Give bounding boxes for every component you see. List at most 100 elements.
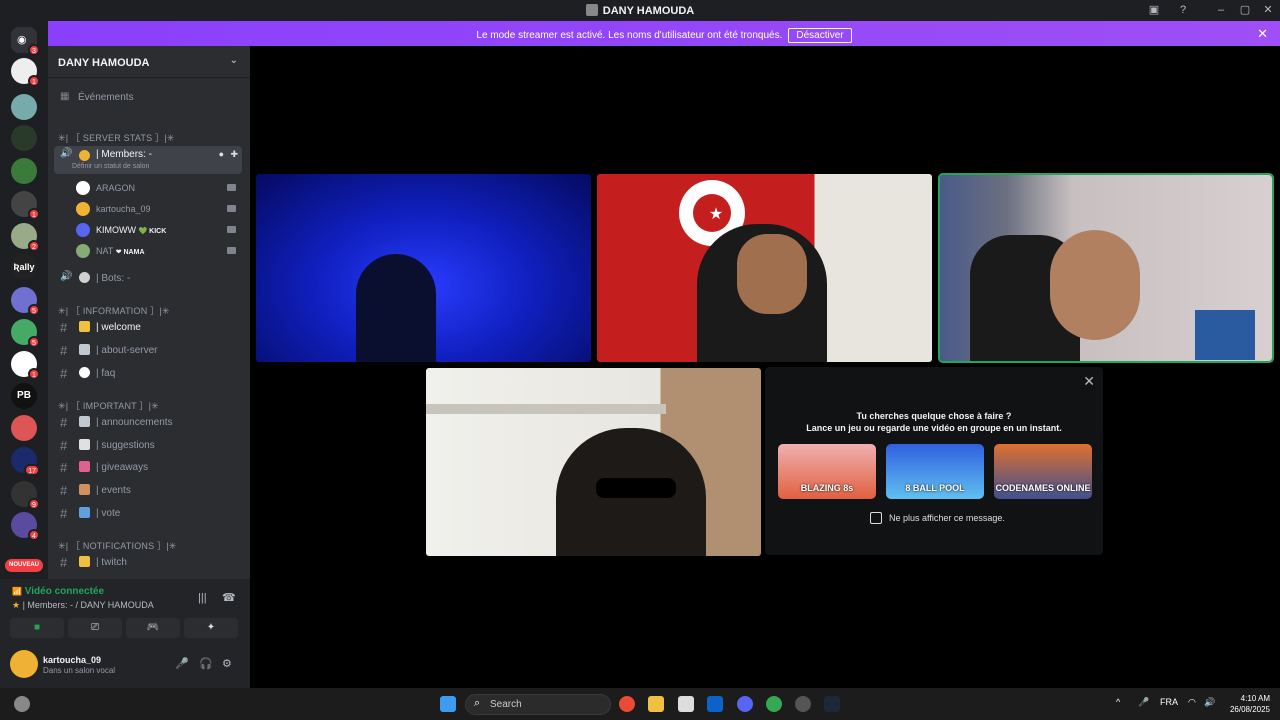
soundboard-button[interactable]: ✦: [184, 618, 238, 638]
server-avatar[interactable]: 4: [11, 512, 40, 541]
game-card-codenames[interactable]: CODENAMES ONLINE: [994, 444, 1092, 499]
window-title: DANY HAMOUDA: [0, 4, 1280, 17]
server-avatar[interactable]: 1: [11, 191, 40, 220]
channel-label: | giveaways: [96, 462, 149, 473]
channel-giveaways[interactable]: # | giveaways: [54, 458, 242, 478]
voice-user[interactable]: kartoucha_09: [76, 200, 236, 218]
maximize-button[interactable]: ▢: [1237, 3, 1253, 18]
video-tile-speaking[interactable]: [938, 173, 1274, 363]
chrome-icon[interactable]: [619, 696, 635, 712]
channel-announcements[interactable]: # | announcements: [54, 413, 242, 433]
channel-twitch[interactable]: # | twitch: [54, 553, 242, 573]
category-information[interactable]: ✳| ［ INFORMATION ］|✳: [58, 304, 170, 317]
chat-icon[interactable]: ●: [219, 149, 224, 159]
voice-channel-members[interactable]: 🔊 | Members: - Définir un statut de salo…: [54, 146, 242, 174]
search-box[interactable]: ⌕ Search: [465, 694, 611, 715]
chevron-down-icon[interactable]: ⌄: [230, 55, 238, 66]
speaker-icon: 🔊: [60, 148, 73, 159]
avatar[interactable]: [10, 650, 38, 678]
voice-user[interactable]: ARAGON: [76, 179, 236, 197]
minimize-button[interactable]: –: [1213, 3, 1229, 18]
username-text: NAT: [96, 246, 114, 256]
server-avatar[interactable]: 9: [11, 481, 40, 510]
activity-button[interactable]: 🎮: [126, 618, 180, 638]
screen-share-button[interactable]: ⎚: [68, 618, 122, 638]
server-avatar[interactable]: 5: [11, 287, 40, 316]
badge: 9: [28, 498, 40, 510]
channel-about-server[interactable]: # | about-server: [54, 341, 242, 361]
voice-channel-bots[interactable]: 🔊 | Bots: -: [54, 269, 242, 289]
voice-user[interactable]: NAT ❤ NAMA: [76, 242, 236, 260]
channel-suggestions[interactable]: # | suggestions: [54, 436, 242, 456]
badge: 2: [28, 240, 40, 252]
voice-channel-info[interactable]: ★ | Members: - / DANY HAMOUDA: [12, 600, 154, 611]
channel-vote[interactable]: # | vote: [54, 504, 242, 524]
camera-button[interactable]: ■: [10, 618, 64, 638]
server-avatar-rally[interactable]: Ʀally: [11, 254, 37, 280]
video-tile[interactable]: [256, 174, 591, 362]
close-icon[interactable]: ✕: [1083, 373, 1095, 390]
video-tile[interactable]: ★: [597, 174, 932, 362]
category-server-stats[interactable]: ✳| ［ SERVER STATS ］|✳: [58, 131, 174, 144]
help-icon[interactable]: ?: [1175, 3, 1191, 18]
server-avatar-pb[interactable]: PB: [11, 383, 37, 409]
file-explorer-icon[interactable]: [648, 696, 664, 712]
game-card-8-ball-pool[interactable]: 8 BALL POOL: [886, 444, 984, 499]
activity-suggestion-panel: ✕ Tu cherches quelque chose à faire ? La…: [765, 367, 1103, 555]
chrome-icon[interactable]: [766, 696, 782, 712]
gear-icon[interactable]: ⚙: [222, 657, 232, 670]
server-avatar[interactable]: [11, 158, 37, 184]
chevron-up-icon[interactable]: ^: [1116, 697, 1120, 707]
bots-channel-label: | Bots: -: [96, 273, 131, 284]
hash-icon: #: [60, 460, 68, 475]
channel-events[interactable]: # | events: [54, 481, 242, 501]
game-title: BLAZING 8s: [800, 483, 854, 493]
voice-status: 📶 Vidéo connectée: [12, 586, 104, 597]
volume-icon[interactable]: 🔊: [1204, 697, 1215, 708]
game-card-blazing-8s[interactable]: BLAZING 8s: [778, 444, 876, 499]
avatar: [76, 244, 90, 258]
noise-suppression-icon[interactable]: |||: [198, 592, 207, 604]
username-text: KIMOWW: [96, 225, 136, 235]
close-banner-icon[interactable]: ✕: [1257, 26, 1268, 42]
channel-welcome[interactable]: # | welcome: [54, 318, 242, 338]
server-avatar[interactable]: 2: [11, 223, 40, 252]
server-avatar[interactable]: [11, 125, 37, 151]
wifi-icon[interactable]: ◠: [1188, 697, 1196, 708]
disable-streamer-button[interactable]: Désactiver: [788, 28, 852, 43]
disconnect-icon[interactable]: ☎: [222, 591, 236, 604]
server-header[interactable]: DANY HAMOUDA ⌄: [48, 46, 250, 78]
events-item[interactable]: ▦ Événements: [54, 88, 242, 108]
category-important[interactable]: ✳| ［ IMPORTANT ］|✳: [58, 399, 159, 412]
clock[interactable]: 4:10 AM 26/08/2025: [1230, 693, 1270, 715]
discord-icon[interactable]: [737, 696, 753, 712]
add-user-icon[interactable]: ✚: [230, 149, 238, 160]
weather-icon[interactable]: [14, 696, 30, 712]
close-window-button[interactable]: ✕: [1260, 3, 1276, 18]
microphone-icon[interactable]: 🎤: [1138, 697, 1149, 708]
server-avatar[interactable]: 1: [11, 351, 40, 380]
search-icon: ⌕: [474, 697, 481, 709]
discord-home-icon[interactable]: ◉ 3: [11, 27, 40, 56]
app-icon[interactable]: [795, 696, 811, 712]
server-avatar[interactable]: 5: [11, 319, 40, 348]
server-avatar[interactable]: [11, 94, 37, 120]
category-notifications[interactable]: ✳| ［ NOTIFICATIONS ］|✳: [58, 539, 177, 552]
channel-status-hint[interactable]: Définir un statut de salon: [72, 163, 149, 170]
store-icon[interactable]: [678, 696, 694, 712]
inbox-icon[interactable]: ▣: [1146, 3, 1162, 18]
microphone-icon[interactable]: 🎤: [175, 657, 189, 670]
headphones-icon[interactable]: 🎧: [199, 657, 213, 670]
channel-faq[interactable]: # | faq: [54, 364, 242, 384]
steam-icon[interactable]: [824, 696, 840, 712]
dont-show-checkbox[interactable]: [870, 512, 882, 524]
windows-start-icon[interactable]: [440, 696, 456, 712]
camera-icon: [227, 226, 236, 233]
voice-user[interactable]: KIMOWW 💚 KICK: [76, 221, 236, 239]
server-avatar[interactable]: 17: [11, 447, 40, 476]
server-avatar[interactable]: 1: [11, 58, 40, 87]
outlook-icon[interactable]: [707, 696, 723, 712]
server-avatar[interactable]: [11, 415, 37, 441]
language-indicator[interactable]: FRA: [1160, 697, 1178, 707]
video-tile[interactable]: [426, 368, 761, 556]
